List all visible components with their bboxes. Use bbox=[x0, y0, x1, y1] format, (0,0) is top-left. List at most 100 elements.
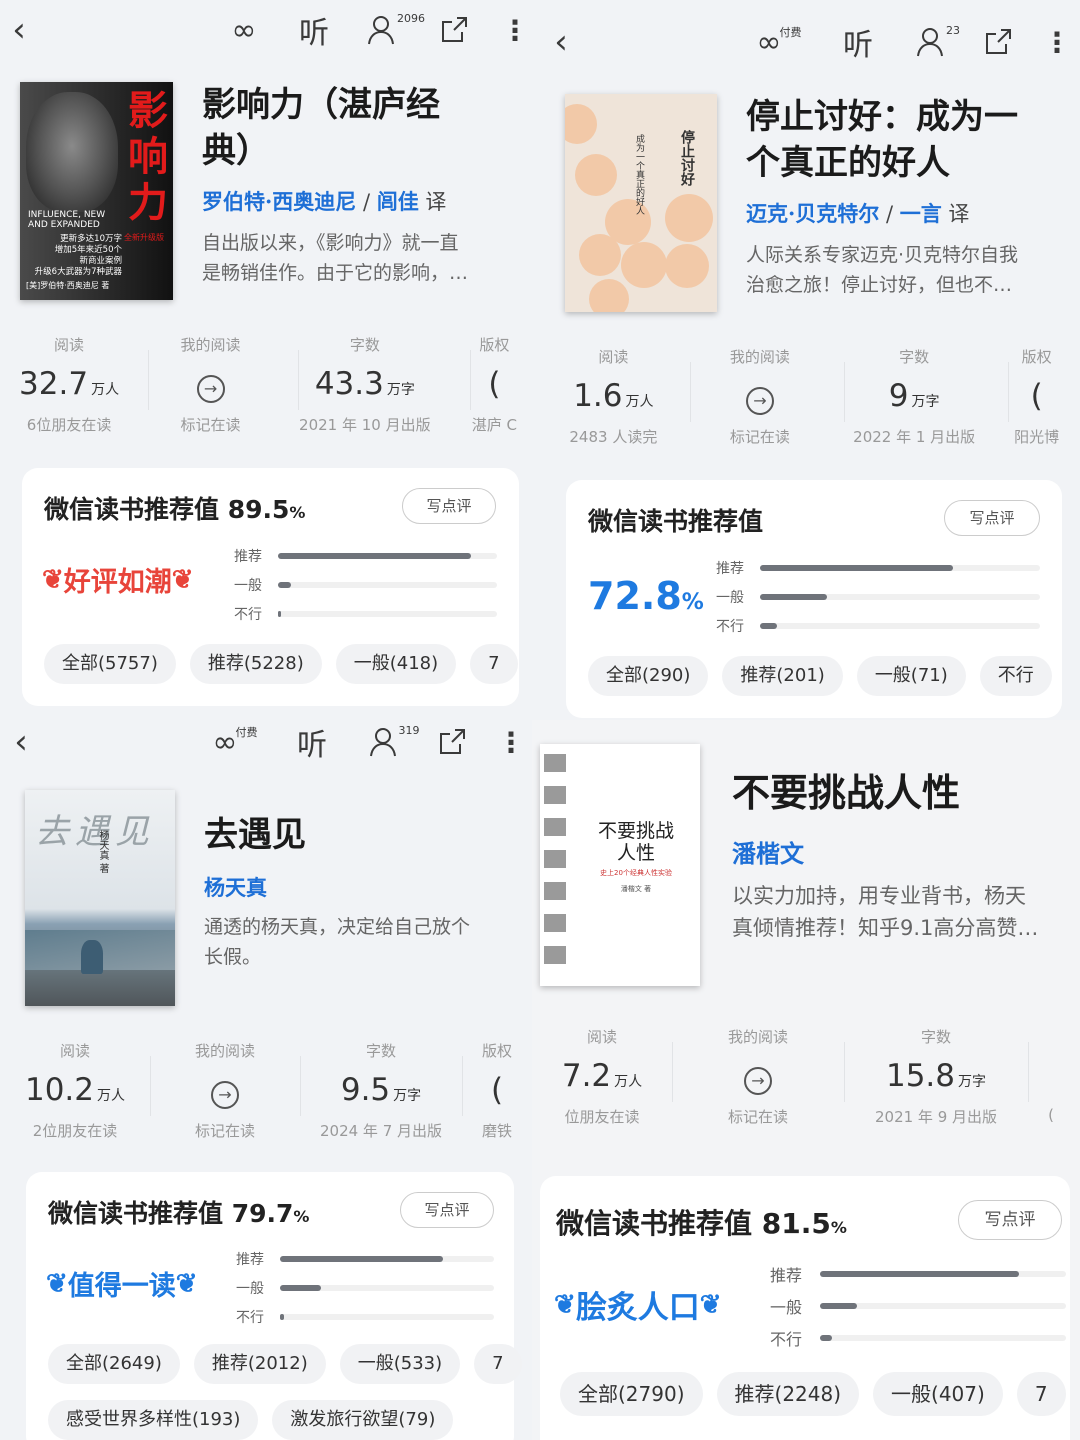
mark-reading-icon: → bbox=[745, 387, 774, 415]
more-icon[interactable]: ⋮ bbox=[496, 720, 526, 772]
chip-recommend[interactable]: 推荐(2248) bbox=[716, 1372, 860, 1416]
chip-recommend[interactable]: 推荐(5228) bbox=[189, 644, 322, 684]
author-link[interactable]: 杨天真 bbox=[204, 875, 267, 900]
book-cover[interactable]: 停止讨好 成为一个真正的好人 bbox=[565, 94, 717, 312]
friends-reading-button[interactable]: 23 bbox=[910, 12, 966, 72]
rating-badge: ❦ 值得一读 ❦ bbox=[46, 1264, 198, 1303]
chip-neutral[interactable]: 一般(407) bbox=[873, 1372, 1003, 1416]
author-separator: / bbox=[356, 190, 377, 214]
chip-tag[interactable]: 感受世界多样性(193) bbox=[48, 1400, 259, 1440]
book-intro-line: 以实力加持，用专业背书，杨天 bbox=[732, 884, 1026, 908]
cover-blurb-line: 新商业案例 bbox=[79, 256, 122, 266]
book-intro[interactable]: 以实力加持，用专业背书，杨天 真倾情推荐！知乎9.1高分高赞… bbox=[732, 880, 1078, 944]
write-review-button[interactable]: 写点评 bbox=[944, 500, 1040, 536]
cover-dot bbox=[589, 279, 629, 312]
book-intro[interactable]: 人际关系专家迈克·贝克特尔自我 治愈之旅！停止讨好，但也不… bbox=[746, 240, 1064, 300]
book-cover[interactable]: 影响力 全新升级版 INFLUENCE, NEW AND EXPANDED 更新… bbox=[20, 82, 173, 300]
book-stats: 阅读 7.2 万人 位朋友在读 我的阅读 → 标记在读 字数 15.8 万字 202… bbox=[532, 1026, 1080, 1127]
stat-word-count[interactable]: 字数 9.5 万字 2024 年 7 月出版 bbox=[300, 1040, 462, 1141]
stat-word-count[interactable]: 字数 15.8 万字 2021 年 9 月出版 bbox=[844, 1026, 1028, 1127]
friends-reading-button[interactable]: 319 bbox=[364, 720, 424, 772]
more-icon[interactable]: ⋮ bbox=[500, 0, 530, 60]
stat-my-reading[interactable]: 我的阅读 → 标记在读 bbox=[685, 346, 835, 447]
bar-label: 不行 bbox=[236, 1309, 264, 1326]
listen-button[interactable]: 听 bbox=[296, 0, 332, 60]
stat-word-count[interactable]: 字数 9 万字 2022 年 1 月出版 bbox=[835, 346, 993, 447]
chip-all[interactable]: 全部(290) bbox=[588, 656, 709, 696]
more-icon[interactable]: ⋮ bbox=[1042, 12, 1072, 72]
stat-label bbox=[1028, 1026, 1074, 1048]
stat-value: 9.5 万字 bbox=[340, 1072, 422, 1108]
translator-link[interactable]: 一言 bbox=[900, 201, 942, 226]
stat-copyright[interactable]: ( bbox=[1028, 1026, 1074, 1127]
listen-button[interactable]: 听 bbox=[294, 720, 330, 772]
review-filter-chips: 全部(2790) 推荐(2248) 一般(407) 7 bbox=[560, 1372, 1080, 1416]
translator-link[interactable]: 闾佳 bbox=[377, 189, 419, 214]
cover-dot bbox=[565, 104, 597, 144]
chip-bad[interactable]: 7 bbox=[474, 1344, 522, 1384]
book-intro[interactable]: 自出版以来，《影响力》就一直 是畅销佳作。由于它的影响，… bbox=[202, 228, 522, 288]
stat-copyright[interactable]: 版权 ( 阳光博 bbox=[993, 346, 1080, 447]
stat-value: 9 万字 bbox=[888, 378, 940, 414]
chip-bad[interactable]: 不行 bbox=[979, 656, 1052, 696]
divider bbox=[300, 1056, 301, 1116]
stat-my-reading[interactable]: 我的阅读 → 标记在读 bbox=[150, 1040, 300, 1141]
stat-word-count[interactable]: 字数 43.3 万字 2021 年 10 月出版 bbox=[283, 334, 447, 435]
rating-title: 微信读书推荐值 bbox=[588, 507, 764, 536]
write-review-button[interactable]: 写点评 bbox=[402, 488, 496, 524]
laurel-right-icon: ❦ bbox=[171, 564, 194, 595]
book-title-line: 个真正的好人 bbox=[746, 143, 950, 183]
chip-neutral[interactable]: 一般(533) bbox=[339, 1344, 461, 1384]
infinite-card-icon[interactable]: ∞ bbox=[222, 0, 266, 60]
cover-title-line: 人性 bbox=[616, 842, 655, 864]
chip-bad[interactable]: 7 bbox=[470, 644, 518, 684]
book-intro[interactable]: 通透的杨天真，决定给自己放个 长假。 bbox=[204, 912, 514, 972]
stat-my-reading[interactable]: 我的阅读 → 标记在读 bbox=[138, 334, 283, 435]
back-icon[interactable]: ‹ bbox=[546, 12, 576, 72]
book-cover[interactable]: 不要挑战 人性 史上20个经典人性实验 潘楷文 著 bbox=[540, 744, 700, 986]
author-link[interactable]: 迈克·贝克特尔 bbox=[746, 201, 879, 226]
author-link[interactable]: 罗伯特·西奥迪尼 bbox=[202, 189, 356, 214]
stat-label: 版权 bbox=[479, 336, 510, 354]
share-icon[interactable] bbox=[436, 0, 472, 60]
bar-fill bbox=[820, 1271, 1020, 1277]
share-icon[interactable] bbox=[434, 720, 470, 772]
bar-fill bbox=[760, 593, 828, 600]
listen-button[interactable]: 听 bbox=[840, 12, 876, 72]
chip-neutral[interactable]: 一般(71) bbox=[856, 656, 966, 696]
chip-tag[interactable]: 激发旅行欲望(79) bbox=[272, 1400, 454, 1440]
chip-bad[interactable]: 7 bbox=[1016, 1372, 1066, 1416]
stat-sub: 2021 年 9 月出版 bbox=[874, 1108, 998, 1126]
stat-label: 字数 bbox=[349, 336, 380, 354]
back-icon[interactable]: ‹ bbox=[6, 720, 36, 772]
rating-bars: 推荐 一般 不行 bbox=[236, 1244, 494, 1331]
friends-reading-button[interactable]: 2096 bbox=[364, 0, 428, 60]
book-cover[interactable]: 去遇见 杨天真 著 bbox=[25, 790, 175, 1006]
share-icon[interactable] bbox=[980, 12, 1016, 72]
write-review-button[interactable]: 写点评 bbox=[400, 1192, 494, 1228]
mark-reading-icon: → bbox=[196, 375, 225, 403]
stat-sub: 磨铁 bbox=[481, 1122, 512, 1140]
author-link[interactable]: 潘楷文 bbox=[732, 839, 804, 868]
write-review-button[interactable]: 写点评 bbox=[958, 1200, 1062, 1240]
chip-all[interactable]: 全部(2649) bbox=[48, 1344, 180, 1384]
infinite-card-icon[interactable]: ∞ 付费 bbox=[206, 720, 264, 772]
chip-recommend[interactable]: 推荐(201) bbox=[722, 656, 843, 696]
stat-readers[interactable]: 阅读 32.7 万人 6位朋友在读 bbox=[0, 334, 138, 435]
back-icon[interactable]: ‹ bbox=[4, 0, 34, 60]
stat-readers[interactable]: 阅读 1.6 万人 2483 人读完 bbox=[542, 346, 685, 447]
chip-recommend[interactable]: 推荐(2012) bbox=[193, 1344, 326, 1384]
chip-all[interactable]: 全部(5757) bbox=[44, 644, 176, 684]
chip-neutral[interactable]: 一般(418) bbox=[335, 644, 457, 684]
infinite-card-icon[interactable]: ∞ 付费 bbox=[750, 12, 808, 72]
book-intro-line: 真倾情推荐！知乎9.1高分高赞… bbox=[732, 916, 1039, 940]
infinity-icon: ∞ bbox=[212, 724, 238, 760]
chip-all[interactable]: 全部(2790) bbox=[560, 1372, 703, 1416]
stat-copyright[interactable]: 版权 ( 湛庐 C bbox=[447, 334, 542, 435]
stat-readers[interactable]: 阅读 7.2 万人 位朋友在读 bbox=[532, 1026, 672, 1127]
stat-sub: 2024 年 7 月出版 bbox=[319, 1122, 443, 1140]
stat-copyright[interactable]: 版权 ( 磨铁 bbox=[462, 1040, 532, 1141]
cover-title: 不要挑战 人性 bbox=[580, 820, 692, 864]
stat-my-reading[interactable]: 我的阅读 → 标记在读 bbox=[672, 1026, 844, 1127]
stat-readers[interactable]: 阅读 10.2 万人 2位朋友在读 bbox=[0, 1040, 150, 1141]
